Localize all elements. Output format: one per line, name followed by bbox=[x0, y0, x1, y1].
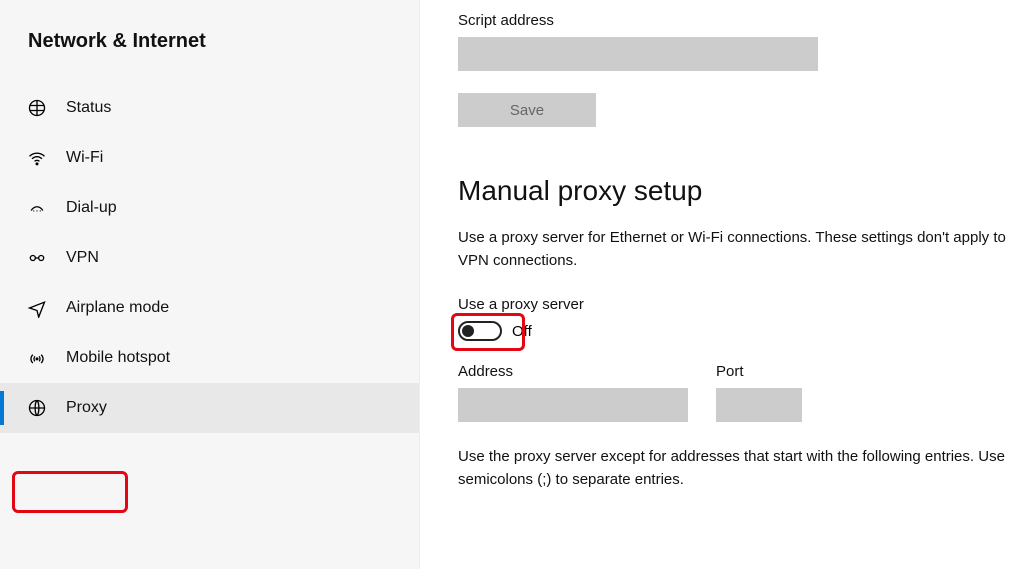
port-input[interactable] bbox=[716, 388, 802, 422]
sidebar-item-label: Mobile hotspot bbox=[66, 349, 170, 367]
settings-sidebar: Network & Internet Status Wi-Fi Dial-up … bbox=[0, 0, 420, 569]
sidebar-item-wifi[interactable]: Wi-Fi bbox=[0, 133, 419, 183]
sidebar-item-label: Airplane mode bbox=[66, 299, 169, 317]
dialup-icon bbox=[26, 197, 48, 219]
address-input[interactable] bbox=[458, 388, 688, 422]
sidebar-item-proxy[interactable]: Proxy bbox=[0, 383, 419, 433]
sidebar-item-vpn[interactable]: VPN bbox=[0, 233, 419, 283]
use-proxy-label: Use a proxy server bbox=[458, 296, 1016, 313]
globe-grid-icon bbox=[26, 97, 48, 119]
use-proxy-toggle[interactable] bbox=[458, 321, 502, 341]
sidebar-item-status[interactable]: Status bbox=[0, 83, 419, 133]
save-button[interactable]: Save bbox=[458, 93, 596, 127]
sidebar-item-label: Proxy bbox=[66, 399, 107, 417]
globe-icon bbox=[26, 397, 48, 419]
vpn-icon bbox=[26, 247, 48, 269]
sidebar-title: Network & Internet bbox=[0, 30, 419, 83]
script-address-input[interactable] bbox=[458, 37, 818, 71]
manual-proxy-description: Use a proxy server for Ethernet or Wi-Fi… bbox=[458, 227, 1016, 272]
sidebar-item-dialup[interactable]: Dial-up bbox=[0, 183, 419, 233]
sidebar-item-label: VPN bbox=[66, 249, 99, 267]
exception-description: Use the proxy server except for addresse… bbox=[458, 446, 1016, 491]
airplane-icon bbox=[26, 297, 48, 319]
hotspot-icon bbox=[26, 347, 48, 369]
address-label: Address bbox=[458, 363, 688, 380]
script-address-label: Script address bbox=[458, 12, 1016, 29]
sidebar-item-label: Dial-up bbox=[66, 199, 117, 217]
port-label: Port bbox=[716, 363, 802, 380]
manual-proxy-heading: Manual proxy setup bbox=[458, 175, 1016, 207]
sidebar-item-label: Status bbox=[66, 99, 111, 117]
sidebar-item-hotspot[interactable]: Mobile hotspot bbox=[0, 333, 419, 383]
sidebar-item-airplane[interactable]: Airplane mode bbox=[0, 283, 419, 333]
sidebar-item-label: Wi-Fi bbox=[66, 149, 103, 167]
main-content: Script address Save Manual proxy setup U… bbox=[420, 0, 1024, 569]
use-proxy-state: Off bbox=[512, 323, 532, 340]
wifi-icon bbox=[26, 147, 48, 169]
